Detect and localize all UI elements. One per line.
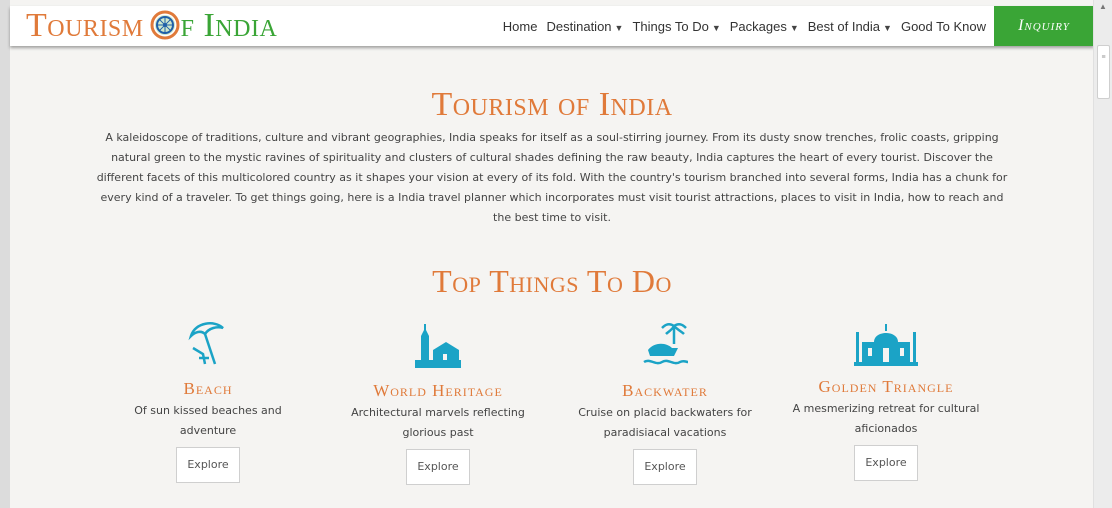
nav-packages[interactable]: Packages ▼ xyxy=(730,19,799,34)
logo-word-india: f India xyxy=(180,7,278,44)
card-golden-triangle: Golden Triangle A mesmerizing retreat fo… xyxy=(786,320,986,481)
site-logo[interactable]: Tourism f India xyxy=(26,8,277,44)
site-header: Tourism f India Home Destination ▼ Things… xyxy=(10,6,1094,46)
nav-packages-label: Packages xyxy=(729,18,787,34)
explore-beach-button[interactable]: Explore xyxy=(176,447,240,483)
caret-down-icon: ▼ xyxy=(789,22,799,33)
caret-down-icon: ▼ xyxy=(883,22,892,33)
explore-world-heritage-button[interactable]: Explore xyxy=(406,449,470,485)
nav-best-of-india-label: Best of India xyxy=(807,18,881,34)
card-beach: Beach Of sun kissed beaches and adventur… xyxy=(108,318,308,483)
intro-paragraph: A kaleidoscope of traditions, culture an… xyxy=(96,131,1008,224)
grip-icon: ≡ xyxy=(1101,54,1106,61)
card-backwater: Backwater Cruise on placid backwaters fo… xyxy=(565,320,765,485)
ashoka-chakra-icon xyxy=(150,10,180,40)
nav-good-to-know-label: Good To Know xyxy=(900,18,986,34)
card-beach-desc: Of sun kissed beaches and adventure xyxy=(134,404,282,437)
card-golden-triangle-title: Golden Triangle xyxy=(818,377,954,396)
page-title: Tourism of India xyxy=(431,86,673,123)
beach-umbrella-icon xyxy=(108,318,308,373)
card-backwater-desc: Cruise on placid backwaters for paradisi… xyxy=(578,406,752,439)
inquiry-button[interactable]: Inquiry xyxy=(994,6,1094,46)
vertical-scrollbar[interactable]: ▲ ≡ xyxy=(1093,0,1112,508)
explore-golden-triangle-button[interactable]: Explore xyxy=(854,445,918,481)
taj-mahal-icon xyxy=(786,320,986,371)
scroll-thumb[interactable]: ≡ xyxy=(1097,45,1110,99)
nav-home-label: Home xyxy=(502,18,538,34)
houseboat-icon xyxy=(565,320,765,375)
card-beach-title: Beach xyxy=(183,379,233,398)
nav-home[interactable]: Home xyxy=(503,19,538,34)
scroll-up-arrow-icon[interactable]: ▲ xyxy=(1094,2,1112,11)
caret-down-icon: ▼ xyxy=(711,22,721,33)
card-world-heritage-title: World Heritage xyxy=(373,381,503,400)
heritage-temple-icon xyxy=(338,320,538,375)
caret-down-icon: ▼ xyxy=(614,22,624,33)
nav-destination-label: Destination xyxy=(546,18,612,34)
explore-backwater-button[interactable]: Explore xyxy=(633,449,697,485)
card-backwater-title: Backwater xyxy=(622,381,708,400)
nav-things-to-do-label: Things To Do xyxy=(632,18,709,34)
card-world-heritage-desc: Architectural marvels reflecting gloriou… xyxy=(351,406,525,439)
nav-good-to-know[interactable]: Good To Know xyxy=(901,19,986,34)
nav-destination[interactable]: Destination ▼ xyxy=(546,19,623,34)
card-golden-triangle-desc: A mesmerizing retreat for cultural afici… xyxy=(792,402,980,435)
nav-things-to-do[interactable]: Things To Do ▼ xyxy=(632,19,720,34)
main-nav: Home Destination ▼ Things To Do ▼ Packages… xyxy=(494,6,986,46)
card-world-heritage: World Heritage Architectural marvels ref… xyxy=(338,320,538,485)
page: Tourism f India Home Destination ▼ Things… xyxy=(10,0,1094,508)
logo-word-tourism: Tourism xyxy=(26,7,144,44)
nav-best-of-india[interactable]: Best of India ▼ xyxy=(808,19,892,34)
things-to-do-title: Top Things To Do xyxy=(432,263,672,299)
